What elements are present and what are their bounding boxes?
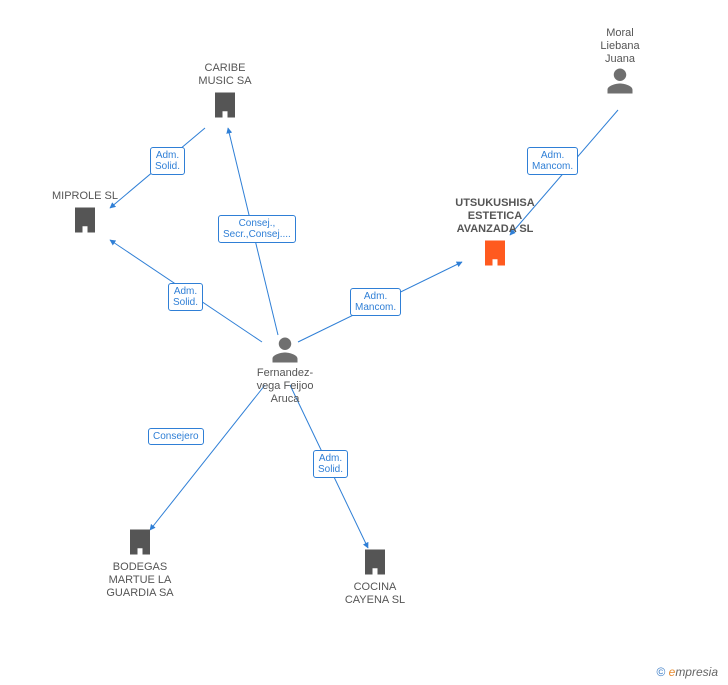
node-utsu[interactable]: UTSUKUSHISAESTETICAAVANZADA SL bbox=[440, 195, 550, 270]
node-caribe[interactable]: CARIBEMUSIC SA bbox=[185, 60, 265, 122]
edge-label: Adm.Solid. bbox=[150, 147, 185, 175]
edge-label: Adm.Mancom. bbox=[527, 147, 578, 175]
edge-label: Adm.Solid. bbox=[168, 283, 203, 311]
node-label: Fernandez-vega FeijooAruca bbox=[245, 367, 325, 406]
brand-text: mpresia bbox=[675, 665, 718, 679]
edge-label: Adm.Mancom. bbox=[350, 288, 401, 316]
node-label: CARIBEMUSIC SA bbox=[185, 62, 265, 88]
edge-label: Consejero bbox=[148, 428, 204, 445]
node-person-top[interactable]: MoralLiebanaJuana bbox=[580, 25, 660, 96]
edge-label: Adm.Solid. bbox=[313, 450, 348, 478]
person-icon bbox=[605, 66, 635, 96]
edge-label: Consej.,Secr.,Consej.... bbox=[218, 215, 296, 243]
footer-brand: © empresia bbox=[656, 665, 718, 679]
copyright-symbol: © bbox=[656, 665, 665, 679]
building-icon bbox=[360, 545, 390, 579]
node-bodegas[interactable]: BODEGASMARTUE LAGUARDIA SA bbox=[95, 525, 185, 600]
node-cocina[interactable]: COCINACAYENA SL bbox=[330, 545, 420, 607]
building-icon bbox=[70, 203, 100, 237]
node-label: UTSUKUSHISAESTETICAAVANZADA SL bbox=[440, 197, 550, 236]
node-label: MIPROLE SL bbox=[40, 190, 130, 203]
building-icon bbox=[210, 88, 240, 122]
node-label: BODEGASMARTUE LAGUARDIA SA bbox=[95, 561, 185, 600]
person-icon bbox=[270, 335, 300, 365]
edge-center-bodegas bbox=[150, 385, 265, 530]
diagram-stage: { "nodes": { "person_center": {"label": … bbox=[0, 0, 728, 685]
node-person-center[interactable]: Fernandez-vega FeijooAruca bbox=[245, 335, 325, 406]
building-icon bbox=[125, 525, 155, 559]
node-label: COCINACAYENA SL bbox=[330, 581, 420, 607]
node-label: MoralLiebanaJuana bbox=[580, 27, 660, 66]
building-icon bbox=[480, 236, 510, 270]
node-miprole[interactable]: MIPROLE SL bbox=[40, 188, 130, 237]
